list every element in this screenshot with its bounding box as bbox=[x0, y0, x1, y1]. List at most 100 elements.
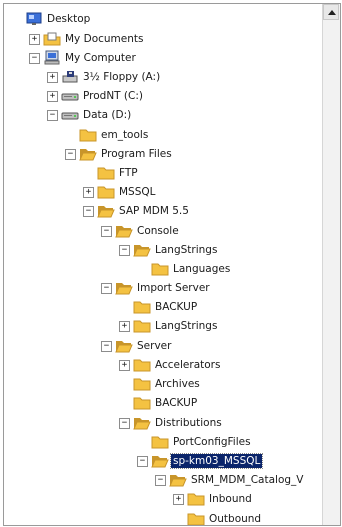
tree-node-label[interactable]: SAP MDM 5.5 bbox=[117, 204, 191, 218]
collapse-button[interactable]: − bbox=[47, 110, 58, 121]
folder-open-icon bbox=[115, 280, 133, 296]
tree-node-label[interactable]: Data (D:) bbox=[81, 108, 133, 122]
tree-node-label[interactable]: Program Files bbox=[99, 147, 174, 161]
scroll-up-button[interactable] bbox=[323, 4, 339, 20]
collapse-button[interactable]: − bbox=[29, 53, 40, 64]
tree-node-label[interactable]: BACKUP bbox=[153, 396, 199, 410]
tree-node-label[interactable]: Console bbox=[135, 224, 181, 238]
hard-drive-icon bbox=[61, 88, 79, 104]
folder-icon bbox=[97, 184, 115, 200]
tree-node[interactable]: + MSSQL bbox=[4, 183, 322, 201]
tree-node[interactable]: − sp-km03_MSSQL bbox=[4, 452, 322, 470]
tree-node-label[interactable]: SRM_MDM_Catalog_V bbox=[189, 473, 305, 487]
tree-node-label[interactable]: BACKUP bbox=[153, 300, 199, 314]
tree-node[interactable]: − LangStrings bbox=[4, 241, 322, 259]
folder-icon bbox=[133, 299, 151, 315]
folder-icon bbox=[97, 165, 115, 181]
expand-button[interactable]: + bbox=[47, 72, 58, 83]
tree-node-label[interactable]: LangStrings bbox=[153, 243, 219, 257]
scroll-thumb[interactable] bbox=[325, 24, 337, 504]
tree-node-label[interactable]: Accelerators bbox=[153, 358, 222, 372]
collapse-button[interactable]: − bbox=[119, 418, 130, 429]
tree-node[interactable]: − SRM_MDM_Catalog_V bbox=[4, 471, 322, 489]
hard-drive-icon bbox=[61, 107, 79, 123]
floppy-drive-icon bbox=[61, 69, 79, 85]
tree-node[interactable]: + LangStrings bbox=[4, 317, 322, 335]
tree-node[interactable]: + My Documents bbox=[4, 30, 322, 48]
tree-node-label[interactable]: PortConfigFiles bbox=[171, 435, 253, 449]
tree-node[interactable]: +3½ Floppy (A:) bbox=[4, 68, 322, 86]
collapse-button[interactable]: − bbox=[101, 341, 112, 352]
tree-node[interactable]: − Console bbox=[4, 222, 322, 240]
tree-node[interactable]: FTP bbox=[4, 164, 322, 182]
desktop-icon bbox=[25, 11, 43, 27]
tree-node-label[interactable]: Inbound bbox=[207, 492, 254, 506]
folder-icon bbox=[133, 376, 151, 392]
folder-open-icon bbox=[115, 223, 133, 239]
folder-open-icon bbox=[79, 146, 97, 162]
tree-node[interactable]: Desktop bbox=[4, 10, 322, 28]
vertical-scrollbar[interactable] bbox=[322, 4, 340, 525]
folder-tree-panel: Desktop + My Documents − My Computer +3½ Flop… bbox=[3, 3, 341, 526]
tree-node-label[interactable]: LangStrings bbox=[153, 319, 219, 333]
tree-node[interactable]: + Inbound bbox=[4, 490, 322, 508]
tree-node[interactable]: Outbound bbox=[4, 510, 322, 525]
my-computer-icon bbox=[43, 50, 61, 66]
tree-node-label[interactable]: sp-km03_MSSQL bbox=[169, 453, 264, 469]
tree-node[interactable]: − Data (D:) bbox=[4, 106, 322, 124]
folder-icon bbox=[133, 357, 151, 373]
tree-node-label[interactable]: FTP bbox=[117, 166, 140, 180]
expand-button[interactable]: + bbox=[119, 321, 130, 332]
tree-node-label[interactable]: ProdNT (C:) bbox=[81, 89, 145, 103]
tree-node-label[interactable]: em_tools bbox=[99, 128, 150, 142]
folder-open-icon bbox=[169, 472, 187, 488]
folder-open-icon bbox=[97, 203, 115, 219]
tree-node[interactable]: Languages bbox=[4, 260, 322, 278]
tree-node-label[interactable]: Archives bbox=[153, 377, 202, 391]
collapse-button[interactable]: − bbox=[101, 226, 112, 237]
folder-open-icon bbox=[115, 338, 133, 354]
tree-node[interactable]: − Program Files bbox=[4, 145, 322, 163]
collapse-button[interactable]: − bbox=[119, 245, 130, 256]
tree-node[interactable]: + Accelerators bbox=[4, 356, 322, 374]
tree-node-label[interactable]: My Computer bbox=[63, 51, 138, 65]
collapse-button[interactable]: − bbox=[101, 283, 112, 294]
collapse-button[interactable]: − bbox=[65, 149, 76, 160]
tree-node-label[interactable]: Import Server bbox=[135, 281, 212, 295]
expand-button[interactable]: + bbox=[173, 494, 184, 505]
folder-open-icon bbox=[133, 415, 151, 431]
tree-node[interactable]: + ProdNT (C:) bbox=[4, 87, 322, 105]
folder-icon bbox=[187, 511, 205, 525]
tree-node-label[interactable]: 3½ Floppy (A:) bbox=[81, 70, 162, 84]
folder-icon bbox=[151, 434, 169, 450]
tree-node-label[interactable]: Server bbox=[135, 339, 173, 353]
tree-node[interactable]: − SAP MDM 5.5 bbox=[4, 202, 322, 220]
tree-node-label[interactable]: Outbound bbox=[207, 512, 263, 525]
tree-node[interactable]: − Server bbox=[4, 337, 322, 355]
tree-node-label[interactable]: Distributions bbox=[153, 416, 224, 430]
tree-node[interactable]: PortConfigFiles bbox=[4, 433, 322, 451]
collapse-button[interactable]: − bbox=[155, 475, 166, 486]
collapse-button[interactable]: − bbox=[83, 206, 94, 217]
folder-open-icon bbox=[133, 242, 151, 258]
folder-icon bbox=[151, 261, 169, 277]
tree-node[interactable]: em_tools bbox=[4, 126, 322, 144]
expand-button[interactable]: + bbox=[119, 360, 130, 371]
tree-node[interactable]: BACKUP bbox=[4, 298, 322, 316]
tree-node-label[interactable]: Desktop bbox=[45, 12, 92, 26]
tree-node[interactable]: − Import Server bbox=[4, 279, 322, 297]
collapse-button[interactable]: − bbox=[137, 456, 148, 467]
tree-node[interactable]: − Distributions bbox=[4, 414, 322, 432]
expand-button[interactable]: + bbox=[29, 34, 40, 45]
tree-node[interactable]: Archives bbox=[4, 375, 322, 393]
folder-icon bbox=[133, 395, 151, 411]
folder-tree: Desktop + My Documents − My Computer +3½ Flop… bbox=[4, 4, 322, 525]
tree-node-label[interactable]: My Documents bbox=[63, 32, 145, 46]
expand-button[interactable]: + bbox=[83, 187, 94, 198]
expand-button[interactable]: + bbox=[47, 91, 58, 102]
tree-node-label[interactable]: Languages bbox=[171, 262, 232, 276]
folder-icon bbox=[187, 491, 205, 507]
tree-node-label[interactable]: MSSQL bbox=[117, 185, 158, 199]
tree-node[interactable]: − My Computer bbox=[4, 49, 322, 67]
tree-node[interactable]: BACKUP bbox=[4, 394, 322, 412]
